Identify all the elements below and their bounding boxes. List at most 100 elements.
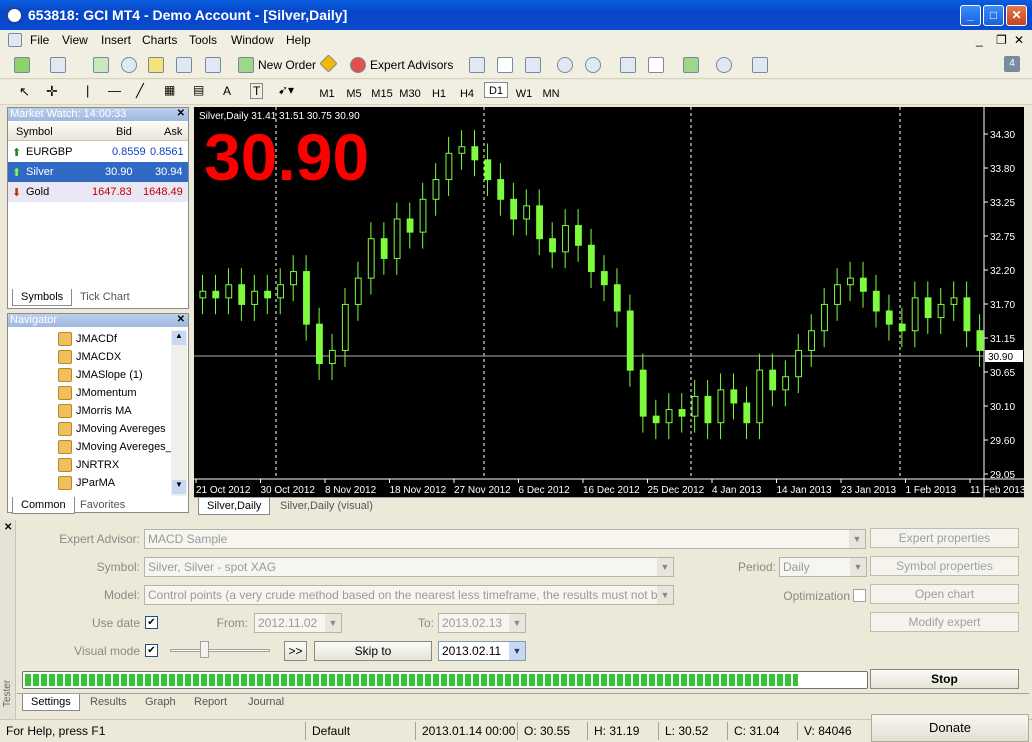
nav-item[interactable]: JMomentum <box>58 386 137 400</box>
tab-results[interactable]: Results <box>82 694 135 711</box>
market-watch-close-icon[interactable]: ✕ <box>177 108 185 119</box>
new-order-button[interactable]: New Order <box>238 57 316 73</box>
close-button[interactable]: ✕ <box>1006 5 1027 26</box>
cursor-icon[interactable]: ↖ <box>19 84 30 100</box>
crosshair-icon[interactable]: ✛ <box>46 83 58 100</box>
fibonacci-icon[interactable]: ▤ <box>193 83 204 97</box>
expert-properties-button[interactable]: Expert properties <box>870 528 1019 548</box>
horizontal-line-icon[interactable]: — <box>108 83 121 98</box>
tab-report[interactable]: Report <box>186 694 235 711</box>
scroll-down-icon[interactable]: ▼ <box>172 480 186 494</box>
speed-slider[interactable] <box>170 649 270 652</box>
scroll-up-icon[interactable]: ▲ <box>172 331 186 345</box>
tab-settings[interactable]: Settings <box>22 694 80 711</box>
expert-advisor-select[interactable]: MACD Sample ▼ <box>144 529 866 549</box>
market-row-eurgbp[interactable]: ⬆ EURGBP 0.8559 0.8561 <box>8 142 188 162</box>
skip-forward-button[interactable]: >> <box>284 641 307 661</box>
tf-mn[interactable]: MN <box>539 86 563 102</box>
templates-icon[interactable] <box>752 57 768 73</box>
mdi-restore[interactable]: ❐ <box>996 33 1007 47</box>
nav-item[interactable]: JMoving Avereges <box>58 422 166 436</box>
tab-journal[interactable]: Journal <box>240 694 292 711</box>
autotrading-warning-icon[interactable] <box>319 54 338 73</box>
tab-graph[interactable]: Graph <box>137 694 184 711</box>
zoom-out-icon[interactable] <box>585 57 601 73</box>
nav-item[interactable]: JMASlope (1) <box>58 368 143 382</box>
tab-symbols[interactable]: Symbols <box>12 289 73 306</box>
nav-item[interactable]: JMoving Avereges_ <box>58 440 172 454</box>
equidistant-channel-icon[interactable]: ▦ <box>164 83 175 97</box>
tester-close-icon[interactable]: ✕ <box>4 522 12 533</box>
tf-w1[interactable]: W1 <box>512 86 536 102</box>
mdi-minimize[interactable]: _ <box>976 33 983 47</box>
zoom-in-icon[interactable] <box>557 57 573 73</box>
tf-h1[interactable]: H1 <box>427 86 451 102</box>
tab-tick-chart[interactable]: Tick Chart <box>72 289 138 306</box>
col-symbol[interactable]: Symbol <box>16 126 53 138</box>
symbol-select[interactable]: Silver, Silver - spot XAG ▼ <box>144 557 674 577</box>
nav-item[interactable]: JMorris MA <box>58 404 132 418</box>
symbol-properties-button[interactable]: Symbol properties <box>870 556 1019 576</box>
minimize-button[interactable]: _ <box>960 5 981 26</box>
nav-item[interactable]: JMACDX <box>58 350 121 364</box>
mdi-close[interactable]: ✕ <box>1014 33 1024 47</box>
navigator-icon[interactable] <box>148 57 164 73</box>
market-watch-icon[interactable] <box>93 57 109 73</box>
price-chart[interactable]: 34.30 33.80 33.25 32.75 32.20 31.70 31.15 30.65… <box>194 107 1024 497</box>
chart-shift-icon[interactable] <box>648 57 664 73</box>
stop-button[interactable]: Stop <box>870 669 1019 689</box>
skip-to-button[interactable]: Skip to <box>314 641 432 661</box>
data-window-icon[interactable] <box>121 57 137 73</box>
messages-icon[interactable]: 4 <box>1004 56 1020 72</box>
expert-advisors-button[interactable]: Expert Advisors <box>350 57 453 73</box>
modify-expert-button[interactable]: Modify expert <box>870 612 1019 632</box>
use-date-checkbox[interactable]: ✔ <box>145 616 158 629</box>
tf-h4[interactable]: H4 <box>455 86 479 102</box>
line-chart-icon[interactable] <box>525 57 541 73</box>
tf-m30[interactable]: M30 <box>398 86 422 102</box>
menu-charts[interactable]: Charts <box>142 33 177 47</box>
profiles-icon[interactable] <box>50 57 66 73</box>
tab-silver-daily[interactable]: Silver,Daily <box>198 498 271 515</box>
visual-mode-checkbox[interactable]: ✔ <box>145 644 158 657</box>
text-tool-icon[interactable]: A <box>223 84 231 98</box>
speed-slider-handle[interactable] <box>200 641 209 658</box>
model-select[interactable]: Control points (a very crude method base… <box>144 585 674 605</box>
to-date-field[interactable]: 2013.02.13 ▼ <box>438 613 526 633</box>
candlestick-chart-icon[interactable] <box>497 57 513 73</box>
terminal-icon[interactable] <box>176 57 192 73</box>
navigator-scrollbar[interactable]: ▲ ▼ <box>171 330 187 496</box>
open-chart-button[interactable]: Open chart <box>870 584 1019 604</box>
nav-item[interactable]: JParMA <box>58 476 115 490</box>
market-row-silver[interactable]: ⬆ Silver 30.90 30.94 <box>8 162 188 182</box>
doc-icon[interactable] <box>8 33 22 47</box>
col-bid[interactable]: Bid <box>116 126 132 138</box>
tf-d1[interactable]: D1 <box>484 82 508 98</box>
nav-item[interactable]: JMACDf <box>58 332 117 346</box>
skip-date-field[interactable]: 2013.02.11 ▼ <box>438 641 526 661</box>
menu-insert[interactable]: Insert <box>101 33 131 47</box>
tab-favorites[interactable]: Favorites <box>72 497 133 514</box>
market-row-gold[interactable]: ⬇ Gold 1647.83 1648.49 <box>8 182 188 202</box>
arrows-icon[interactable]: ➹▾ <box>278 83 294 97</box>
tester-icon[interactable] <box>205 57 221 73</box>
optimization-checkbox[interactable] <box>853 589 866 602</box>
menu-file[interactable]: File <box>30 33 49 47</box>
vertical-line-icon[interactable]: | <box>86 83 89 98</box>
tf-m1[interactable]: M1 <box>315 86 339 102</box>
text-label-icon[interactable]: T <box>250 83 264 99</box>
maximize-button[interactable]: □ <box>983 5 1004 26</box>
bar-chart-icon[interactable] <box>469 57 485 73</box>
navigator-close-icon[interactable]: ✕ <box>177 314 185 325</box>
period-select[interactable]: Daily ▼ <box>779 557 867 577</box>
tf-m15[interactable]: M15 <box>370 86 394 102</box>
new-chart-icon[interactable] <box>14 57 30 73</box>
donate-button[interactable]: Donate <box>871 714 1029 742</box>
trendline-icon[interactable]: ╱ <box>136 83 144 99</box>
menu-view[interactable]: View <box>62 33 88 47</box>
indicators-icon[interactable] <box>683 57 699 73</box>
menu-help[interactable]: Help <box>286 33 311 47</box>
col-ask[interactable]: Ask <box>164 126 182 138</box>
from-date-field[interactable]: 2012.11.02 ▼ <box>254 613 342 633</box>
periods-clock-icon[interactable] <box>716 57 732 73</box>
